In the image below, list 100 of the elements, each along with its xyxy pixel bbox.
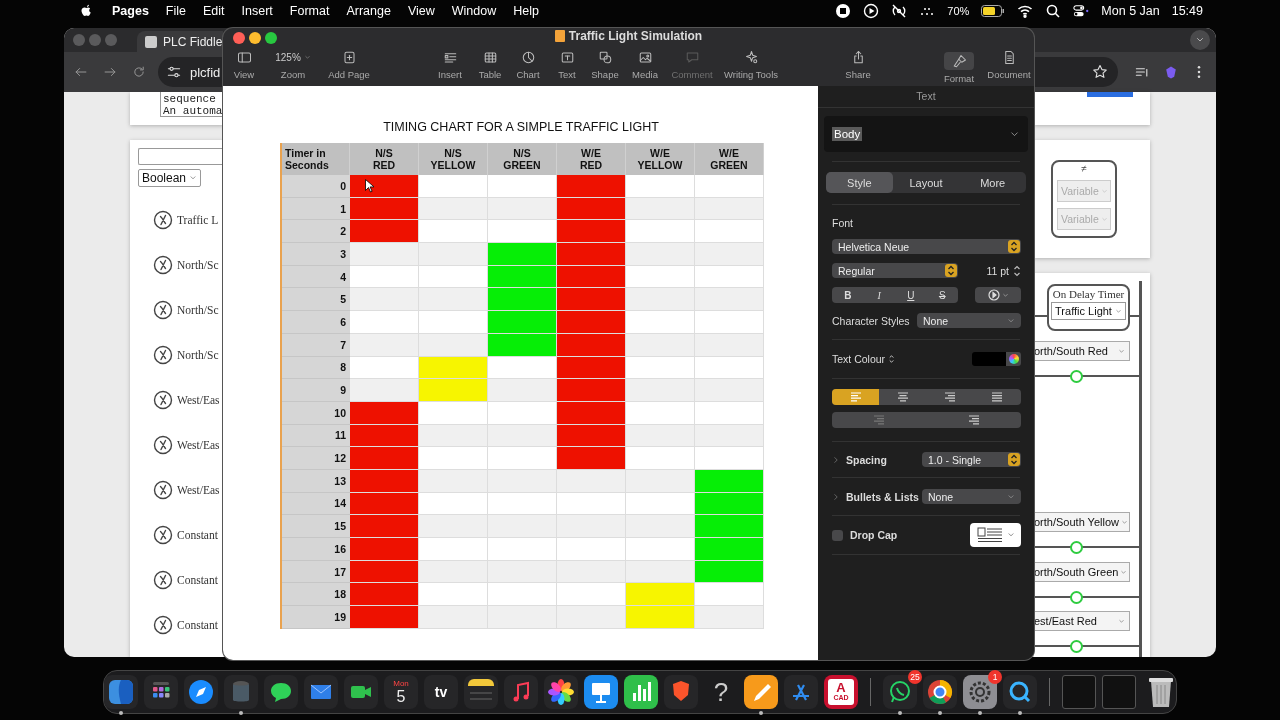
window-thumbnail[interactable] (1062, 675, 1096, 709)
toolbar-button[interactable]: Table (470, 48, 510, 80)
ring-icon[interactable] (923, 675, 957, 709)
toolbar-button[interactable]: Add Page (321, 48, 377, 80)
spacing-label[interactable]: Spacing (846, 453, 887, 466)
contact-select[interactable]: est/East Red (1034, 611, 1130, 631)
pencil-icon[interactable] (744, 675, 778, 709)
tv-icon[interactable]: tv (424, 675, 458, 709)
text-format-button[interactable]: U (895, 287, 927, 303)
contact-select[interactable]: orth/South Red (1034, 341, 1130, 361)
extension-icon[interactable] (1163, 64, 1179, 80)
search-icon[interactable] (1045, 3, 1062, 19)
timer-select[interactable]: Traffic Light (1051, 302, 1126, 320)
grid-icon[interactable] (144, 675, 178, 709)
toolbar-button[interactable]: Document (985, 48, 1033, 80)
toolbar-button[interactable]: Writing Tools (716, 48, 786, 80)
inspector-tab[interactable]: Style (826, 172, 893, 193)
magnifier-icon[interactable] (1003, 675, 1037, 709)
zoom-dropdown[interactable]: 125% Zoom (265, 48, 321, 80)
cylinder-icon[interactable] (224, 675, 258, 709)
font-style-dropdown[interactable]: Regular (832, 263, 958, 278)
paragraph-style-dropdown[interactable]: Body (824, 116, 1028, 152)
font-family-dropdown[interactable]: Helvetica Neue (832, 239, 1021, 254)
app-store-icon[interactable] (784, 675, 818, 709)
toolbar-button[interactable]: Format (933, 52, 985, 84)
music-note-icon[interactable] (504, 675, 538, 709)
toolbar-button[interactable]: Shape (588, 48, 622, 80)
stepper-icon[interactable] (1008, 453, 1020, 466)
timer-block[interactable]: On Delay Timer Traffic Light (1047, 284, 1130, 331)
menu-item[interactable]: Insert (241, 4, 273, 18)
back-icon[interactable] (74, 65, 88, 79)
delete-circle-icon[interactable] (153, 480, 173, 500)
inspector-tab[interactable]: Layout (892, 172, 960, 193)
question-mark-icon[interactable]: ? (704, 675, 738, 709)
menu-item[interactable]: File (165, 4, 186, 18)
podium-icon[interactable] (584, 675, 618, 709)
bar-chart-icon[interactable] (624, 675, 658, 709)
calendar-icon[interactable]: Mon 5 (384, 675, 418, 709)
trash-icon[interactable] (1146, 675, 1176, 709)
flower-icon[interactable] (544, 675, 578, 709)
bullets-label[interactable]: Bullets & Lists (846, 490, 919, 503)
inspector-tab[interactable]: More (959, 172, 1026, 193)
slashed-broadcast-icon[interactable] (891, 3, 908, 19)
contact-select[interactable]: orth/South Green (1034, 562, 1130, 582)
speech-bubble-icon[interactable] (264, 675, 298, 709)
delete-circle-icon[interactable] (153, 570, 173, 590)
menu-app-name[interactable]: Pages (112, 4, 149, 18)
delete-circle-icon[interactable] (153, 390, 173, 410)
stepper-icon[interactable] (945, 264, 957, 277)
delete-circle-icon[interactable] (153, 345, 173, 365)
align-button[interactable] (832, 389, 880, 405)
reload-icon[interactable] (132, 65, 146, 79)
envelope-icon[interactable] (304, 675, 338, 709)
wifi-icon[interactable] (1017, 3, 1034, 19)
forward-icon[interactable] (103, 65, 117, 79)
control-center-icon[interactable] (1073, 3, 1090, 19)
delete-circle-icon[interactable] (153, 255, 173, 275)
minimize-window-button[interactable] (249, 32, 261, 44)
type-select[interactable]: Boolean (138, 169, 202, 187)
bookmark-star-icon[interactable] (1092, 64, 1108, 80)
toolbar-button[interactable]: Chart (510, 48, 546, 80)
colour-wheel-button[interactable] (1006, 352, 1021, 366)
browser-tab[interactable]: PLC Fiddle (137, 31, 223, 52)
stepper-icon[interactable] (1008, 240, 1020, 253)
text-colour-label[interactable]: Text Colour (832, 353, 886, 365)
character-style-dropdown[interactable]: None (917, 313, 1021, 328)
menu-item[interactable]: Help (513, 4, 539, 18)
toolbar-button[interactable]: Share (838, 48, 878, 80)
delete-circle-icon[interactable] (153, 615, 173, 635)
delete-circle-icon[interactable] (153, 210, 173, 230)
shield-icon[interactable] (664, 675, 698, 709)
menu-time[interactable]: 15:49 (1171, 4, 1203, 18)
colour-swatch[interactable] (972, 352, 1006, 366)
compass-icon[interactable] (184, 675, 218, 709)
font-size-field[interactable]: 11 pt (986, 264, 1009, 277)
address-bar[interactable]: plcfid (158, 57, 223, 87)
address-bar-end[interactable] (1034, 57, 1118, 87)
video-camera-icon[interactable] (344, 675, 378, 709)
notepad-icon[interactable] (464, 675, 498, 709)
drop-cap-style-button[interactable] (970, 523, 1021, 547)
zoom-window-button[interactable] (265, 32, 277, 44)
menu-item[interactable]: Edit (203, 4, 225, 18)
text-format-button[interactable]: B (832, 287, 864, 303)
menu-item[interactable]: Window (451, 4, 497, 18)
text-options-button[interactable] (975, 287, 1021, 303)
stop-record-icon[interactable] (835, 3, 852, 19)
gear-icon[interactable] (963, 675, 997, 709)
text-format-button[interactable]: S (926, 287, 958, 303)
toolbar-button[interactable]: Media (622, 48, 668, 80)
chevron-icon[interactable] (888, 354, 896, 364)
menu-item[interactable]: View (407, 4, 435, 18)
split-face-tile-icon[interactable] (104, 675, 138, 709)
apple-logo-icon[interactable] (80, 3, 93, 19)
toolbar-button[interactable]: Text (546, 48, 588, 80)
delete-circle-icon[interactable] (153, 300, 173, 320)
menu-date[interactable]: Mon 5 Jan (1101, 4, 1160, 18)
menu-item[interactable]: Format (289, 4, 330, 18)
delete-circle-icon[interactable] (153, 525, 173, 545)
close-window-button[interactable] (233, 32, 245, 44)
bullets-dropdown[interactable]: None (922, 489, 1021, 504)
